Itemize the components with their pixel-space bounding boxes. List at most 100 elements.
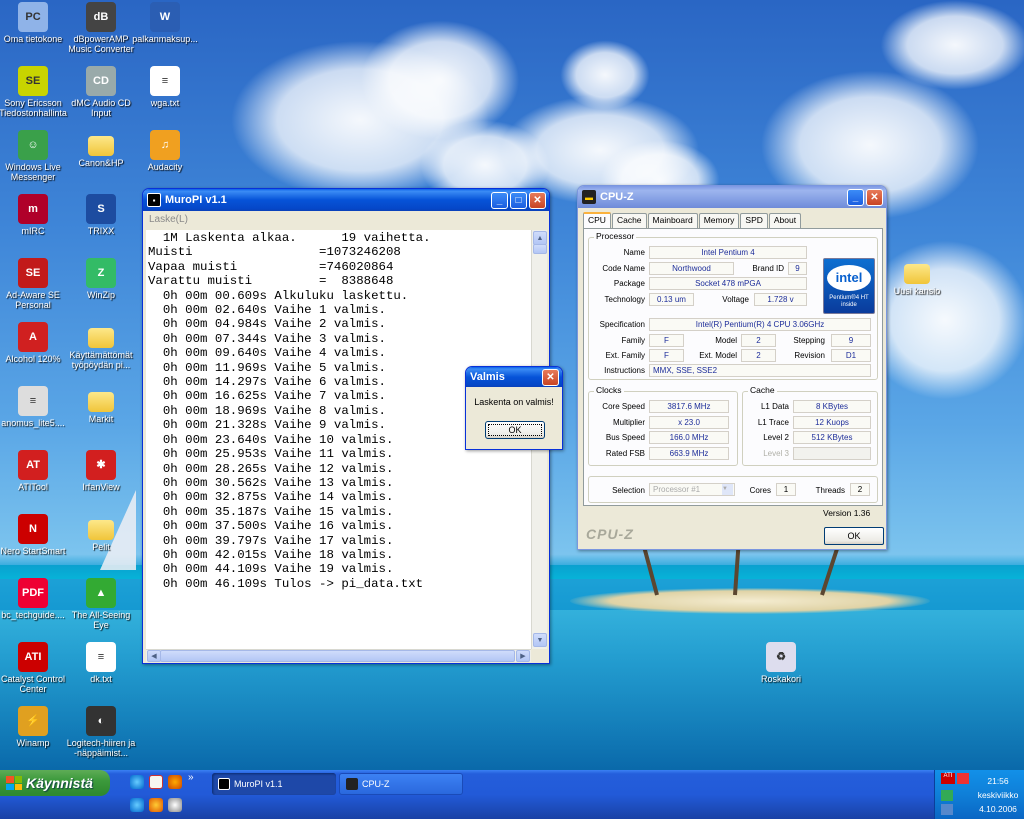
dialog-titlebar[interactable]: Valmis ✕ bbox=[466, 367, 562, 387]
desktop-icon-label: Winamp bbox=[16, 738, 50, 748]
desktop-icon-uusi-kansio[interactable]: Uusi kansio bbox=[880, 258, 954, 296]
scroll-left-button[interactable]: ◀ bbox=[147, 650, 161, 662]
level3-value bbox=[793, 447, 871, 460]
desktop-icon-ad-aware-se-personal[interactable]: SE Ad-Aware SE Personal bbox=[0, 258, 70, 310]
desktop-icon-label: Windows Live Messenger bbox=[5, 162, 61, 182]
dialog-close-button[interactable]: ✕ bbox=[542, 369, 559, 386]
package-value: Socket 478 mPGA bbox=[649, 277, 807, 290]
desktop-icon-canon-hp[interactable]: Canon&HP bbox=[64, 130, 138, 168]
desktop-icon-label: dk.txt bbox=[90, 674, 112, 684]
spec-label: Specification bbox=[599, 320, 645, 329]
cpuz-ok-button[interactable]: OK bbox=[824, 527, 884, 545]
task-muropi[interactable]: MuroPI v1.1 bbox=[212, 773, 336, 795]
desktop-icon-käyttämättömät-työpöydän-pi[interactable]: Käyttämättömät työpöydän pi... bbox=[64, 322, 138, 370]
desktop-icon-alcohol-120[interactable]: A Alcohol 120% bbox=[0, 322, 70, 364]
desktop-icon-windows-live-messenger[interactable]: ☺ Windows Live Messenger bbox=[0, 130, 70, 182]
desktop-icon-dbpoweramp-music-converter[interactable]: dB dBpowerAMP Music Converter bbox=[64, 2, 138, 54]
desktop-icon-dk-txt[interactable]: ≡ dk.txt bbox=[64, 642, 138, 684]
desktop-icon-dmc-audio-cd-input[interactable]: CD dMC Audio CD Input bbox=[64, 66, 138, 118]
desktop-icon-nero-startsmart[interactable]: N Nero StartSmart bbox=[0, 514, 70, 556]
hscroll-thumb[interactable] bbox=[160, 650, 515, 662]
extmodel-value: 2 bbox=[741, 349, 776, 362]
dropdown-arrow-icon[interactable]: ▼ bbox=[722, 484, 733, 495]
tab-about[interactable]: About bbox=[768, 213, 802, 228]
volume-tray-icon[interactable] bbox=[941, 804, 953, 815]
cores-label: Cores bbox=[749, 486, 771, 495]
level2-value: 512 KBytes bbox=[793, 431, 871, 444]
desktop-icon-mirc[interactable]: m mIRC bbox=[0, 194, 70, 236]
ie-icon[interactable] bbox=[130, 775, 144, 789]
desktop-icon-sony-ericsson-tiedostonhallinta[interactable]: SE Sony Ericsson Tiedostonhallinta bbox=[0, 66, 70, 118]
desktop-icon-pelit[interactable]: Pelit bbox=[64, 514, 138, 552]
horizontal-scrollbar[interactable]: ◀ ▶ bbox=[146, 649, 531, 662]
clock-time[interactable]: 21:56 bbox=[973, 776, 1023, 786]
desktop-icon-logitech-hiiren-ja-näppäimist[interactable]: ◐ Logitech-hiiren ja -näppäimist... bbox=[64, 706, 138, 758]
app-icon: ⚡ bbox=[18, 706, 48, 736]
quicklaunch-icon[interactable] bbox=[168, 798, 182, 812]
dialog-ok-button[interactable]: OK bbox=[485, 421, 545, 439]
maximize-button[interactable]: □ bbox=[510, 192, 527, 209]
tab-memory[interactable]: Memory bbox=[698, 213, 740, 228]
start-button[interactable]: Käynnistä bbox=[0, 770, 110, 796]
task-cpuz[interactable]: CPU-Z bbox=[339, 773, 463, 795]
extmodel-label: Ext. Model bbox=[699, 351, 737, 360]
close-button[interactable]: ✕ bbox=[529, 192, 546, 209]
app-icon: ATI bbox=[18, 642, 48, 672]
network-tray-icon[interactable] bbox=[941, 790, 953, 801]
desktop-icon-winamp[interactable]: ⚡ Winamp bbox=[0, 706, 70, 748]
console-line: Muisti =1073246208 bbox=[148, 245, 401, 260]
outlook-express-icon[interactable] bbox=[149, 775, 163, 789]
desktop-icon-the-all-seeing-eye[interactable]: ▲ The All-Seeing Eye bbox=[64, 578, 138, 630]
cpuz-minimize-button[interactable]: _ bbox=[847, 189, 864, 206]
alert-tray-icon[interactable] bbox=[957, 773, 969, 784]
technology-value: 0.13 um bbox=[649, 293, 694, 306]
desktop-icon-markit[interactable]: Markit bbox=[64, 386, 138, 424]
menu-laske[interactable]: Laske(L) bbox=[143, 211, 549, 229]
desktop-icon-irfanview[interactable]: ✱ IrfanView bbox=[64, 450, 138, 492]
scroll-down-button[interactable]: ▼ bbox=[533, 633, 547, 647]
folder-icon bbox=[904, 264, 930, 284]
busspeed-label: Bus Speed bbox=[605, 433, 645, 442]
quicklaunch-expand-icon[interactable]: » bbox=[188, 772, 194, 783]
app-icon: Z bbox=[86, 258, 116, 288]
firefox-icon[interactable] bbox=[168, 775, 182, 789]
desktop-icon-roskakori[interactable]: ♻ Roskakori bbox=[744, 642, 818, 684]
cores-value: 1 bbox=[776, 483, 796, 496]
cpuz-window[interactable]: ▬ CPU-Z _ ✕ CPU Cache Mainboard Memory SPD Ab… bbox=[577, 185, 887, 550]
scroll-thumb[interactable] bbox=[533, 244, 547, 254]
minimize-button[interactable]: _ bbox=[491, 192, 508, 209]
desktop-icon-wga-txt[interactable]: ≡ wga.txt bbox=[128, 66, 202, 108]
muropi-titlebar[interactable]: ▪ MuroPI v1.1 _ □ ✕ bbox=[143, 189, 549, 211]
desktop-icon-oma-tietokone[interactable]: PC Oma tietokone bbox=[0, 2, 70, 44]
ie-icon-2[interactable] bbox=[130, 798, 144, 812]
ati-tray-icon[interactable]: ATI bbox=[941, 773, 955, 784]
cpuz-close-button[interactable]: ✕ bbox=[866, 189, 883, 206]
folder-icon bbox=[88, 136, 114, 156]
tab-spd[interactable]: SPD bbox=[740, 213, 768, 228]
desktop-icon-label: Nero StartSmart bbox=[0, 546, 66, 556]
media-icon[interactable] bbox=[149, 798, 163, 812]
cache-group: Cache L1 Data 8 KBytes L1 Trace 12 Kuops… bbox=[742, 385, 878, 466]
processor-select[interactable]: Processor #1 ▼ bbox=[649, 483, 735, 496]
desktop-icon-label: mIRC bbox=[21, 226, 45, 236]
desktop-icon-winzip[interactable]: Z WinZip bbox=[64, 258, 138, 300]
desktop-icon-catalyst-control-center[interactable]: ATI Catalyst Control Center bbox=[0, 642, 70, 694]
taskbar: Käynnistä » MuroPI v1.1 CPU-Z ATI 21:56 … bbox=[0, 770, 1024, 819]
tab-mainboard[interactable]: Mainboard bbox=[647, 213, 698, 228]
scroll-right-button[interactable]: ▶ bbox=[516, 650, 530, 662]
desktop-icon-bc-techguide[interactable]: PDF bc_techguide.... bbox=[0, 578, 70, 620]
app-icon: m bbox=[18, 194, 48, 224]
desktop-icon-anomus-lite5[interactable]: ≡ anomus_lite5.... bbox=[0, 386, 70, 428]
console-line: 0h 00m 39.797s Vaihe 17 valmis. bbox=[148, 533, 394, 548]
desktop-icon-trixx[interactable]: S TRIXX bbox=[64, 194, 138, 236]
scroll-up-button[interactable]: ▲ bbox=[533, 231, 547, 245]
tab-cpu[interactable]: CPU bbox=[583, 212, 611, 229]
tab-cache[interactable]: Cache bbox=[611, 213, 647, 228]
desktop-icon-audacity[interactable]: ♫ Audacity bbox=[128, 130, 202, 172]
desktop-icon-palkanmaksup[interactable]: Wpalkanmaksup... bbox=[128, 2, 202, 44]
stepping-label: Stepping bbox=[793, 336, 825, 345]
desktop-icon-atitool[interactable]: AT ATITool bbox=[0, 450, 70, 492]
valmis-dialog[interactable]: Valmis ✕ Laskenta on valmis! OK bbox=[465, 366, 563, 450]
desktop-icon-label: Logitech-hiiren ja -näppäimist... bbox=[66, 738, 136, 758]
cpuz-titlebar[interactable]: ▬ CPU-Z _ ✕ bbox=[578, 186, 886, 208]
